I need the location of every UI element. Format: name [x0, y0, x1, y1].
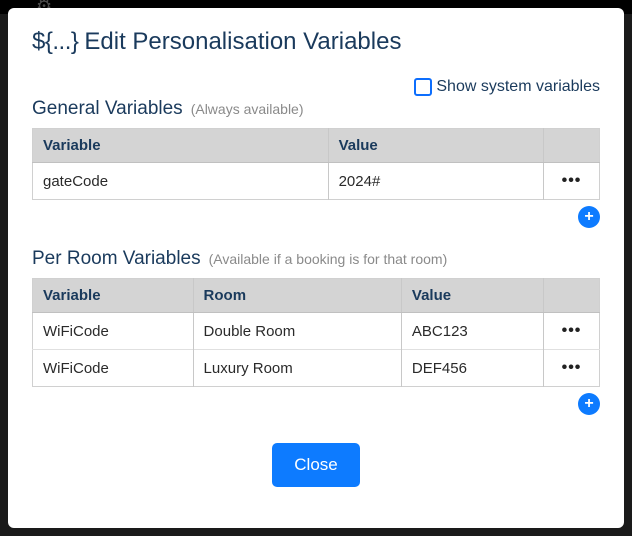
table-row: gateCode 2024# •••: [33, 163, 600, 200]
show-system-checkbox[interactable]: [414, 78, 432, 96]
per-room-col-variable: Variable: [33, 279, 194, 313]
per-room-cell-value: DEF456: [401, 350, 543, 387]
per-room-add-row: +: [32, 393, 600, 415]
per-room-heading-text: Per Room Variables: [32, 248, 201, 270]
per-room-cell-room: Luxury Room: [193, 350, 401, 387]
general-add-row: +: [32, 206, 600, 228]
general-variables-heading: General Variables (Always available): [32, 98, 600, 120]
table-row: WiFiCode Luxury Room DEF456 •••: [33, 350, 600, 387]
table-row: WiFiCode Double Room ABC123 •••: [33, 313, 600, 350]
general-variables-table: Variable Value gateCode 2024# •••: [32, 128, 600, 200]
title-prefix: ${...}: [32, 28, 78, 56]
general-col-variable: Variable: [33, 129, 329, 163]
add-general-variable-button[interactable]: +: [578, 206, 600, 228]
general-heading-text: General Variables: [32, 98, 183, 120]
row-actions-icon[interactable]: •••: [554, 322, 589, 340]
per-room-col-actions: [544, 279, 600, 313]
show-system-label[interactable]: Show system variables: [436, 78, 600, 96]
row-actions-icon[interactable]: •••: [554, 359, 589, 377]
show-system-variables-row: Show system variables: [32, 78, 600, 96]
modal-title: ${...} Edit Personalisation Variables: [32, 28, 600, 56]
general-col-value: Value: [328, 129, 543, 163]
plus-icon: +: [584, 396, 593, 412]
title-text: Edit Personalisation Variables: [84, 28, 401, 56]
close-button[interactable]: Close: [272, 443, 359, 487]
per-room-col-room: Room: [193, 279, 401, 313]
general-heading-hint: (Always available): [191, 101, 304, 117]
add-per-room-variable-button[interactable]: +: [578, 393, 600, 415]
general-cell-value: 2024#: [328, 163, 543, 200]
per-room-cell-variable: WiFiCode: [33, 313, 194, 350]
per-room-cell-variable: WiFiCode: [33, 350, 194, 387]
modal-footer: Close: [32, 443, 600, 487]
per-room-cell-room: Double Room: [193, 313, 401, 350]
plus-icon: +: [584, 209, 593, 225]
per-room-cell-value: ABC123: [401, 313, 543, 350]
per-room-col-value: Value: [401, 279, 543, 313]
general-col-actions: [544, 129, 600, 163]
row-actions-icon[interactable]: •••: [554, 172, 589, 190]
per-room-variables-heading: Per Room Variables (Available if a booki…: [32, 248, 600, 270]
per-room-variables-table: Variable Room Value WiFiCode Double Room…: [32, 278, 600, 387]
edit-personalisation-modal: ${...} Edit Personalisation Variables Sh…: [8, 8, 624, 528]
general-cell-variable: gateCode: [33, 163, 329, 200]
per-room-heading-hint: (Available if a booking is for that room…: [209, 251, 448, 267]
